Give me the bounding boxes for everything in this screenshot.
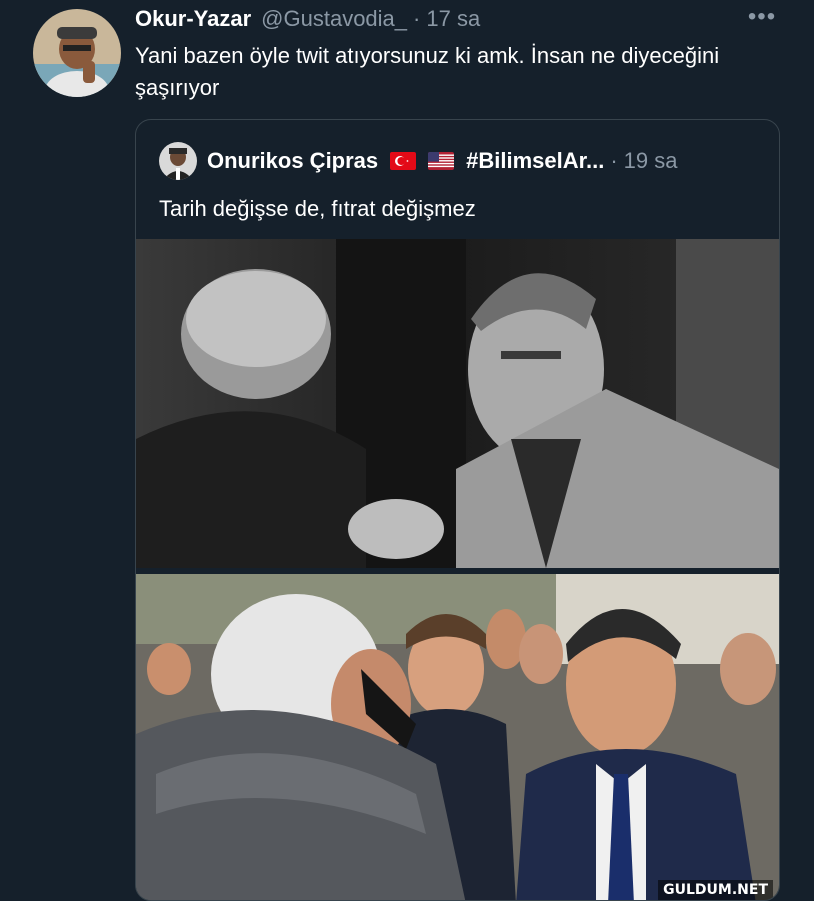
separator-dot: · [413, 6, 421, 31]
quoted-author-avatar[interactable] [159, 142, 197, 180]
quoted-tweet-header: Onurikos Çipras #BilimselAr... · 19 sa [159, 142, 678, 180]
tweet-timestamp[interactable]: 17 sa [426, 6, 480, 32]
author-avatar[interactable] [33, 9, 121, 97]
usa-flag-icon [428, 152, 455, 170]
quoted-author-hashtag[interactable]: #BilimselAr... [466, 148, 604, 174]
tweet-text: Yani bazen öyle twit atıyorsunuz ki amk.… [135, 43, 720, 100]
more-options-icon[interactable]: ••• [744, 5, 780, 33]
turkey-flag-icon [390, 152, 417, 170]
quoted-tweet[interactable]: Onurikos Çipras #BilimselAr... · 19 sa T… [135, 119, 780, 901]
watermark: GULDUM.NET [658, 880, 773, 900]
quoted-photo-historic[interactable] [136, 239, 779, 568]
quoted-timestamp[interactable]: 19 sa [624, 148, 678, 174]
tweet-header: Okur-Yazar @Gustavodia_ · 17 sa [135, 6, 480, 32]
separator-dot: · [610, 148, 618, 173]
author-name[interactable]: Okur-Yazar [135, 6, 251, 32]
quoted-tweet-text: Tarih değişse de, fıtrat değişmez [159, 196, 476, 221]
quoted-photo-modern[interactable]: GULDUM.NET [136, 574, 779, 900]
author-handle[interactable]: @Gustavodia_ [261, 6, 407, 32]
tweet[interactable]: Okur-Yazar @Gustavodia_ · 17 sa ••• Yani… [0, 0, 814, 901]
quoted-author-name[interactable]: Onurikos Çipras [207, 148, 378, 174]
